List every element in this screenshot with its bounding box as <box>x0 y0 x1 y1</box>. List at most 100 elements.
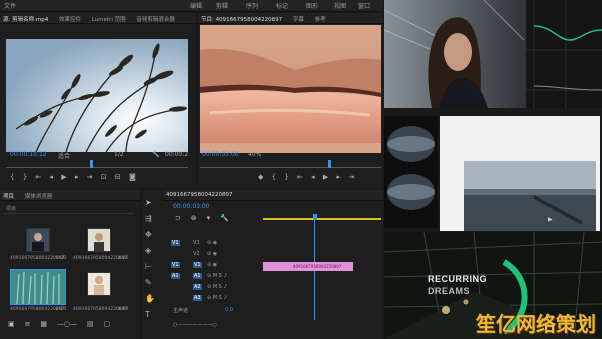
tab-effect-controls[interactable]: 效果控件 <box>59 15 81 23</box>
settings-icon[interactable]: 🔧 <box>220 214 229 222</box>
program-zoom-select[interactable]: 40% <box>248 151 261 158</box>
tab-lumetri-scopes[interactable]: Lumetri 范围 <box>92 15 126 23</box>
menu-item-graphics[interactable]: 图形 <box>306 1 318 10</box>
p-play-icon[interactable]: ▶ <box>323 173 331 181</box>
track-a1: A1 A1 ⊘ M S ♪ <box>171 273 227 279</box>
timeline-tabs: 4091667958004220897 <box>163 190 383 201</box>
marker-icon[interactable]: ◆ <box>258 173 266 181</box>
razor-tool-icon[interactable]: ◈ <box>145 246 151 255</box>
timeline-clip[interactable]: 4091667958004220897 <box>263 262 353 271</box>
zoom-slider[interactable]: —○— <box>57 320 77 328</box>
go-to-in-icon[interactable]: ⇤ <box>35 173 44 181</box>
track-a2: A2 ⊘ M S ♪ <box>193 284 227 290</box>
icon-view-icon[interactable]: ▦ <box>40 320 47 328</box>
clip-duration: 4:08 <box>118 307 129 312</box>
program-monitor-tabs: 节目: 4091667958004220897 字幕 参考 <box>198 13 383 24</box>
tools-panel: ➤ ⇶ ✥ ◈ ⊢ ✎ ✋ T <box>142 190 162 339</box>
menu-item-marker[interactable]: 标记 <box>276 1 288 10</box>
menu-bar: 文件 编辑 剪辑 序列 标记 图形 视图 窗口 <box>0 0 383 12</box>
subway-photo: RECURRING DREAMS 笙亿网络策划 <box>384 232 602 339</box>
program-playhead[interactable] <box>328 160 331 168</box>
source-transport: { } ⇤ ◂ ▶ ▸ ⇥ ⊡ ⊟ ◙ <box>10 173 139 181</box>
program-time-ruler[interactable] <box>200 162 381 168</box>
menu-item-sequence[interactable]: 序列 <box>246 1 258 10</box>
clip-duration: 5:00 <box>56 256 67 261</box>
new-item-icon[interactable]: ▢ <box>103 320 110 328</box>
tab-source[interactable]: 源: 剪辑名称.mp4 <box>3 15 48 23</box>
p-mark-out-icon[interactable]: } <box>284 173 291 181</box>
p-step-back-icon[interactable]: ◂ <box>311 173 318 181</box>
program-monitor: 节目: 4091667958004220897 字幕 参考 00:00:03:0… <box>198 13 383 188</box>
clip-thumbnail[interactable] <box>87 228 111 252</box>
step-forward-icon[interactable]: ▸ <box>75 173 82 181</box>
tab-audio-mixer[interactable]: 音频剪辑混合器 <box>136 15 175 23</box>
lock-icon[interactable]: ▣ <box>8 320 15 328</box>
project-panel: 项目 媒体浏览器 项目 4091667958004220897 5:00 409… <box>0 190 140 339</box>
p-go-to-out-icon[interactable]: ⇥ <box>348 173 357 181</box>
clip-thumbnail[interactable] <box>87 272 111 296</box>
source-page-select[interactable]: 1/2 <box>114 151 124 158</box>
track-select-icon[interactable]: ⇶ <box>145 214 152 223</box>
tab-project[interactable]: 项目 <box>3 192 14 200</box>
overwrite-icon[interactable]: ⊟ <box>115 173 124 181</box>
program-timecode[interactable]: 00:00:03:00 <box>202 151 239 158</box>
timeline-panel: 4091667958004220897 00:00:03:00 ⊃ ⊗ ▾ 🔧 … <box>163 190 383 339</box>
source-fit-select[interactable]: 适合 <box>58 151 70 160</box>
hand-tool-icon[interactable]: ✋ <box>145 294 155 303</box>
tab-media-browser[interactable]: 媒体浏览器 <box>25 192 53 200</box>
p-step-forward-icon[interactable]: ▸ <box>337 173 344 181</box>
timeline-tools: ⊃ ⊗ ▾ 🔧 <box>171 214 233 222</box>
type-tool-icon[interactable]: T <box>145 310 150 319</box>
program-video-frame <box>200 25 381 153</box>
wrench-icon[interactable]: 🔧 <box>152 151 159 158</box>
insert-icon[interactable]: ⊡ <box>101 173 110 181</box>
source-monitor-tabs: 源: 剪辑名称.mp4 效果控件 Lumetri 范围 音频剪辑混合器 <box>0 13 196 24</box>
selection-tool-icon[interactable]: ➤ <box>145 198 152 207</box>
curves-panel <box>526 0 602 108</box>
mark-out-icon[interactable]: } <box>23 173 30 181</box>
pen-tool-icon[interactable]: ✎ <box>145 278 152 287</box>
list-view-icon[interactable]: ≡ <box>25 320 31 328</box>
ripple-edit-icon[interactable]: ✥ <box>145 230 152 239</box>
track-v3: V1 V3 ⊘ ◉ <box>171 240 218 246</box>
tab-reference[interactable]: 参考 <box>315 15 326 23</box>
tab-captions[interactable]: 字幕 <box>293 15 304 23</box>
camera-icon[interactable]: ◙ <box>129 173 139 181</box>
source-timecode-right: 00:00:2 <box>165 151 189 158</box>
play-icon[interactable]: ▶ <box>548 216 553 223</box>
work-area-bar[interactable] <box>263 218 381 220</box>
divider <box>4 213 134 214</box>
play-icon[interactable]: ▶ <box>61 173 69 181</box>
slip-tool-icon[interactable]: ⊢ <box>145 262 152 271</box>
menu-item-edit[interactable]: 编辑 <box>190 1 202 10</box>
source-timecode[interactable]: 00:00:10:12 <box>10 151 47 158</box>
clip-thumbnail-selected[interactable] <box>10 269 66 305</box>
tab-program[interactable]: 节目: 4091667958004220897 <box>201 15 282 23</box>
project-breadcrumb: 项目 <box>6 206 17 212</box>
track-a3: A3 ⊘ M S ♪ <box>193 295 227 301</box>
lake-photo <box>464 161 596 231</box>
go-to-out-icon[interactable]: ⇥ <box>87 173 96 181</box>
clip-duration: 2:14 <box>56 307 67 312</box>
track-v2: V2 ⊘ ◉ <box>193 251 218 257</box>
menu-item-view[interactable]: 视图 <box>334 1 346 10</box>
p-go-to-in-icon[interactable]: ⇤ <box>297 173 306 181</box>
new-bin-icon[interactable]: ▤ <box>87 320 94 328</box>
mark-in-icon[interactable]: { <box>10 173 17 181</box>
watermark-text: 笙亿网络策划 <box>476 312 596 336</box>
clip-duration: 4:26 <box>118 256 129 261</box>
add-marker-icon[interactable]: ▾ <box>207 214 211 222</box>
timeline-timecode[interactable]: 00:00:03:00 <box>173 203 210 210</box>
step-back-icon[interactable]: ◂ <box>50 173 57 181</box>
menu-item-window[interactable]: 窗口 <box>358 1 370 10</box>
linked-icon[interactable]: ⊗ <box>191 214 197 222</box>
snap-icon[interactable]: ⊃ <box>175 214 181 222</box>
tab-sequence[interactable]: 4091667958004220897 <box>166 192 233 198</box>
menu-item-clip[interactable]: 剪辑 <box>216 1 228 10</box>
clip-thumbnail[interactable] <box>26 228 50 252</box>
menu-item-file[interactable]: 文件 <box>4 1 16 10</box>
timeline-zoom[interactable]: ○———————○ <box>173 322 217 328</box>
source-time-ruler[interactable] <box>6 162 188 168</box>
source-playhead[interactable] <box>90 160 93 168</box>
p-mark-in-icon[interactable]: { <box>272 173 279 181</box>
